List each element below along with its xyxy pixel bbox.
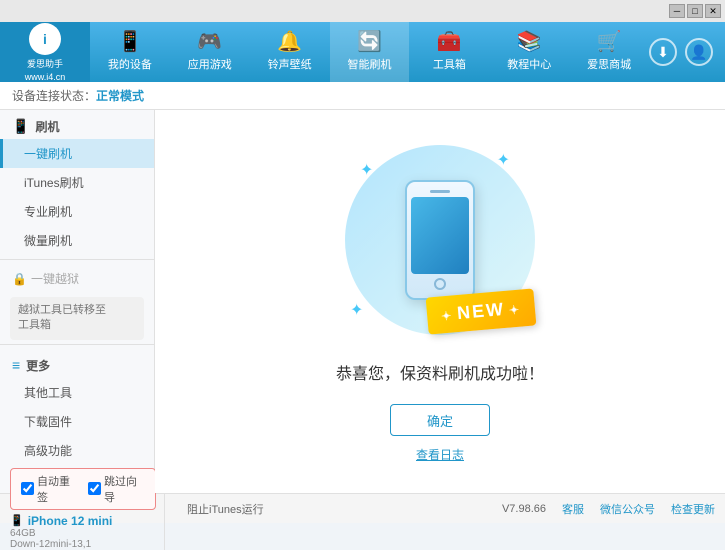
- itunes-btn[interactable]: 阻止iTunes运行: [187, 501, 264, 517]
- auto-restart-label[interactable]: 自动重签: [21, 473, 78, 505]
- nav-smart-flash[interactable]: 🔄 智能刷机: [330, 22, 410, 82]
- logo-line2: www.i4.cn: [25, 72, 66, 82]
- nav-smart-flash-label: 智能刷机: [348, 56, 392, 72]
- lock-icon: 🔒: [12, 272, 27, 286]
- minimize-btn[interactable]: ─: [669, 4, 685, 18]
- auto-restart-checkbox[interactable]: [21, 482, 34, 495]
- device-name: iPhone 12 mini: [28, 514, 113, 528]
- phone-illustration: ✦ ✦ ✦ NEW: [340, 140, 540, 340]
- more-section-icon: ≡: [12, 357, 20, 373]
- nav-ringtones-label: 铃声壁纸: [268, 56, 312, 72]
- sidebar-item-download-firmware[interactable]: 下载固件: [0, 407, 154, 436]
- download-btn[interactable]: ⬇: [649, 38, 677, 66]
- sidebar-item-one-click-flash[interactable]: 一键刷机: [0, 139, 154, 168]
- nav-tutorials-label: 教程中心: [507, 56, 551, 72]
- nav-tutorials[interactable]: 📚 教程中心: [489, 22, 569, 82]
- nav-my-device[interactable]: 📱 我的设备: [90, 22, 170, 82]
- sidebar-jailbreak-section: 🔒 一键越狱: [0, 264, 154, 293]
- log-link[interactable]: 查看日志: [416, 446, 464, 463]
- version-label: V7.98.66: [502, 503, 546, 515]
- success-text: 恭喜您，保资料刷机成功啦！: [336, 360, 544, 384]
- sparkle-2: ✦: [497, 150, 510, 170]
- flash-section-icon: 📱: [12, 118, 29, 135]
- confirm-button[interactable]: 确定: [390, 404, 490, 436]
- logo-icon: i: [29, 23, 61, 55]
- logo-line1: 爱思助手: [27, 57, 63, 70]
- sidebar-flash-title: 📱 刷机: [0, 110, 154, 139]
- status-prefix: 设备连接状态：: [12, 87, 96, 104]
- close-btn[interactable]: ✕: [705, 4, 721, 18]
- smart-flash-icon: 🔄: [357, 32, 382, 52]
- nav-shop-label: 爱思商城: [587, 56, 631, 72]
- window-controls: ─ □ ✕: [669, 4, 721, 18]
- sidebar-item-advanced[interactable]: 高级功能: [0, 436, 154, 465]
- sidebar: 📱 刷机 一键刷机 iTunes刷机 专业刷机 微量刷机 🔒 一键越狱 越狱工具…: [0, 110, 155, 493]
- sidebar-jailbreak-note: 越狱工具已转移至工具箱: [10, 297, 144, 340]
- sidebar-divider-1: [0, 259, 154, 260]
- top-nav: i 爱思助手 www.i4.cn 📱 我的设备 🎮 应用游戏 🔔 铃声壁纸 🔄 …: [0, 22, 725, 82]
- nav-toolbox[interactable]: 🧰 工具箱: [409, 22, 489, 82]
- content-area: ✦ ✦ ✦ NEW 恭喜您，保资料刷机成功啦！ 确定 查看日志: [155, 110, 725, 493]
- bottom-bar: 自动重签 跳过向导 📱 iPhone 12 mini 64GB Down-12m…: [0, 493, 725, 523]
- sidebar-more-title: ≡ 更多: [0, 349, 154, 378]
- nav-toolbox-label: 工具箱: [433, 56, 466, 72]
- nav-apps-games[interactable]: 🎮 应用游戏: [170, 22, 250, 82]
- user-btn[interactable]: 👤: [685, 38, 713, 66]
- device-storage: 64GB: [10, 528, 156, 539]
- sidebar-divider-2: [0, 344, 154, 345]
- sidebar-jailbreak-label: 一键越狱: [31, 270, 79, 287]
- sparkle-1: ✦: [360, 160, 373, 180]
- bottom-left: 自动重签 跳过向导 📱 iPhone 12 mini 64GB Down-12m…: [10, 468, 165, 550]
- customer-service-link[interactable]: 客服: [562, 501, 584, 517]
- wechat-link[interactable]: 微信公众号: [600, 501, 655, 517]
- ringtones-icon: 🔔: [277, 32, 302, 52]
- device-model: Down-12mini-13,1: [10, 539, 156, 550]
- sidebar-item-pro-flash[interactable]: 专业刷机: [0, 197, 154, 226]
- skip-wizard-checkbox[interactable]: [88, 482, 101, 495]
- toolbox-icon: 🧰: [437, 32, 462, 52]
- status-value: 正常模式: [96, 87, 144, 104]
- sparkle-3: ✦: [350, 300, 363, 320]
- checkbox-area: 自动重签 跳过向导: [10, 468, 156, 510]
- nav-right-buttons: ⬇ 👤: [649, 38, 725, 66]
- nav-items: 📱 我的设备 🎮 应用游戏 🔔 铃声壁纸 🔄 智能刷机 🧰 工具箱 📚 教程中心…: [90, 22, 649, 82]
- sidebar-item-other-tools[interactable]: 其他工具: [0, 378, 154, 407]
- status-bar: 设备连接状态： 正常模式: [0, 82, 725, 110]
- skip-wizard-label[interactable]: 跳过向导: [88, 473, 145, 505]
- check-update-link[interactable]: 检查更新: [671, 501, 715, 517]
- logo-area: i 爱思助手 www.i4.cn: [0, 22, 90, 82]
- main-layout: 📱 刷机 一键刷机 iTunes刷机 专业刷机 微量刷机 🔒 一键越狱 越狱工具…: [0, 110, 725, 493]
- nav-my-device-label: 我的设备: [108, 56, 152, 72]
- my-device-icon: 📱: [117, 32, 142, 52]
- phone-device: [405, 180, 475, 300]
- nav-ringtones[interactable]: 🔔 铃声壁纸: [250, 22, 330, 82]
- phone-home-btn: [434, 278, 446, 290]
- nav-shop[interactable]: 🛒 爱思商城: [569, 22, 649, 82]
- device-info: 📱 iPhone 12 mini 64GB Down-12mini-13,1: [10, 514, 156, 550]
- phone-speaker: [430, 190, 450, 193]
- bottom-right-area: 阻止iTunes运行 V7.98.66 客服 微信公众号 检查更新: [175, 501, 715, 517]
- phone-screen: [411, 197, 469, 274]
- sidebar-item-itunes-flash[interactable]: iTunes刷机: [0, 168, 154, 197]
- nav-apps-games-label: 应用游戏: [188, 56, 232, 72]
- shop-icon: 🛒: [597, 32, 622, 52]
- bottom-links: V7.98.66 客服 微信公众号 检查更新: [502, 501, 715, 517]
- title-bar: ─ □ ✕: [0, 0, 725, 22]
- sidebar-item-micro-flash[interactable]: 微量刷机: [0, 226, 154, 255]
- apps-games-icon: 🎮: [197, 32, 222, 52]
- restore-btn[interactable]: □: [687, 4, 703, 18]
- tutorials-icon: 📚: [517, 32, 542, 52]
- device-phone-icon: 📱: [10, 514, 24, 527]
- new-banner: NEW: [425, 288, 536, 334]
